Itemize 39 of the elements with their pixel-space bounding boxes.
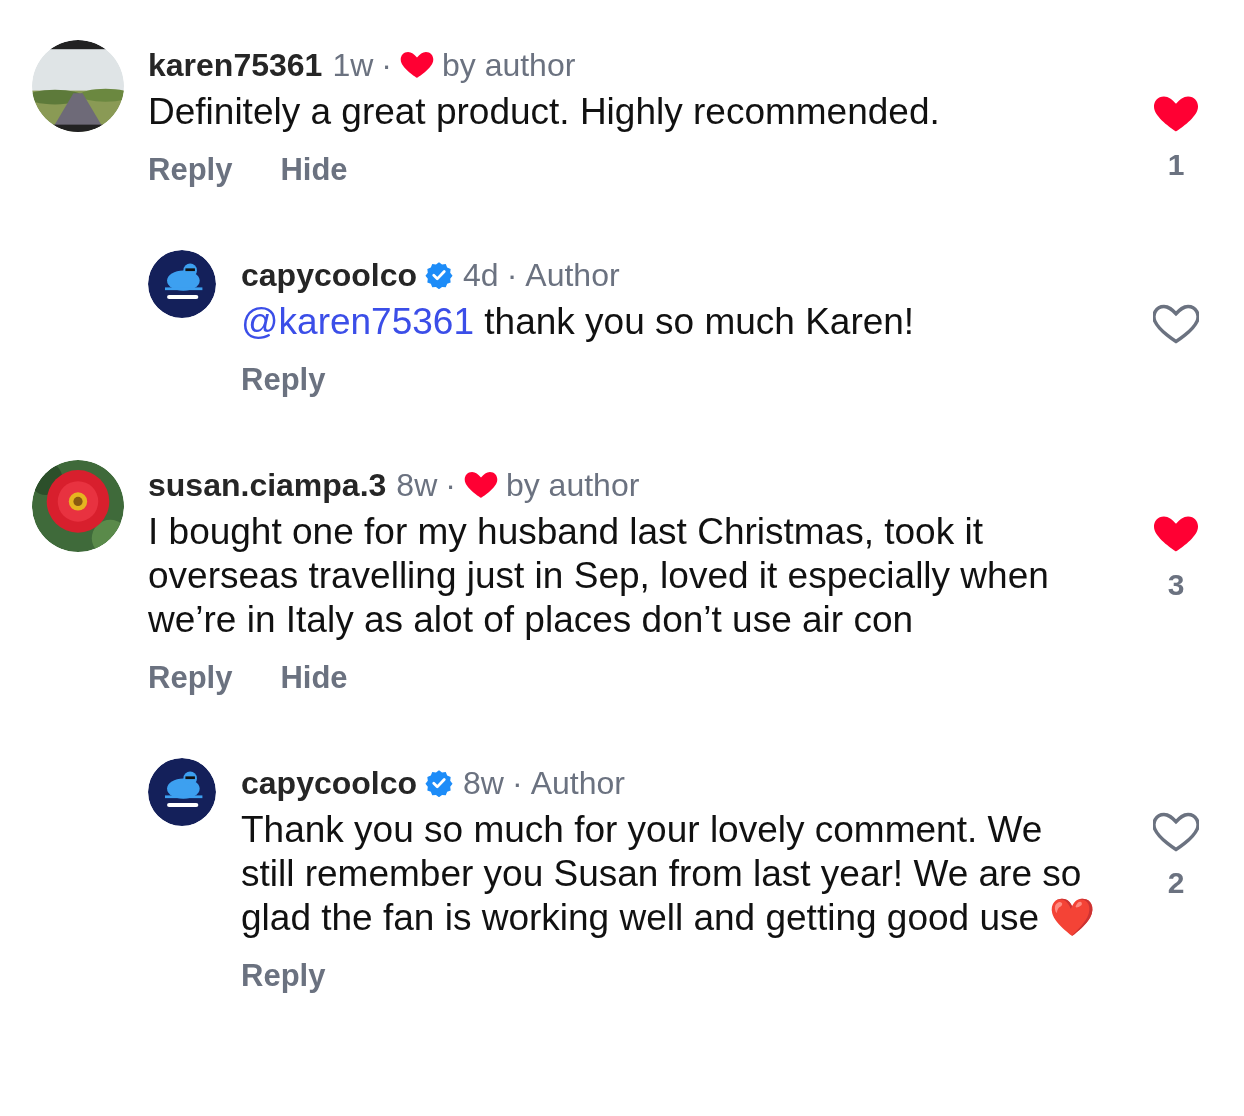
action-link[interactable]: Hide [280, 660, 348, 696]
timestamp: 1w [332, 46, 374, 84]
author-label: Author [530, 764, 625, 802]
mention-link[interactable]: @karen75361 [241, 301, 474, 342]
separator-dot: · [511, 764, 523, 802]
comment-text: @karen75361 thank you so much Karen! [241, 300, 916, 344]
action-link[interactable]: Reply [241, 958, 326, 994]
like-button[interactable] [1153, 812, 1199, 852]
username[interactable]: karen75361 [148, 46, 323, 84]
heart-emoji: ❤ [1049, 897, 1096, 938]
comment-text: I bought one for my husband last Christmas, took it overseas travelling just in Sep, loved it especially when we’re in Italy as alot of places don’t use air con [148, 510, 1050, 642]
heart-icon [1153, 304, 1199, 344]
like-count: 1 [1167, 148, 1185, 182]
username[interactable]: susan.ciampa.3 [148, 466, 387, 504]
separator-dot: · [381, 46, 392, 84]
separator-dot: · [445, 466, 456, 504]
action-link[interactable]: Hide [280, 152, 348, 188]
heart-icon [1153, 514, 1199, 554]
action-link[interactable]: Reply [148, 660, 233, 696]
action-link[interactable]: Reply [148, 152, 233, 188]
like-count: 2 [1167, 866, 1185, 900]
comment-text: Thank you so much for your lovely comment. We still remember you Susan from last year! We are so glad the fan is working well and getting good use ❤ [241, 808, 1097, 940]
like-button[interactable] [1153, 94, 1199, 134]
timestamp: 4d [463, 256, 499, 294]
timestamp: 8w [463, 764, 504, 802]
separator-dot: · [506, 256, 518, 294]
heart-icon [1153, 94, 1199, 134]
comment-text: Definitely a great product. Highly recommended. [148, 90, 941, 134]
liked-by-author-label: by author [505, 466, 640, 504]
like-button[interactable] [1153, 304, 1199, 344]
username[interactable]: capycoolco [241, 256, 418, 294]
like-button[interactable] [1153, 514, 1199, 554]
like-count: 3 [1167, 568, 1185, 602]
timestamp: 8w [396, 466, 438, 504]
username[interactable]: capycoolco [241, 764, 418, 802]
action-link[interactable]: Reply [241, 362, 326, 398]
heart-icon [1153, 812, 1199, 852]
liked-by-author-label: by author [441, 46, 576, 84]
author-label: Author [525, 256, 620, 294]
